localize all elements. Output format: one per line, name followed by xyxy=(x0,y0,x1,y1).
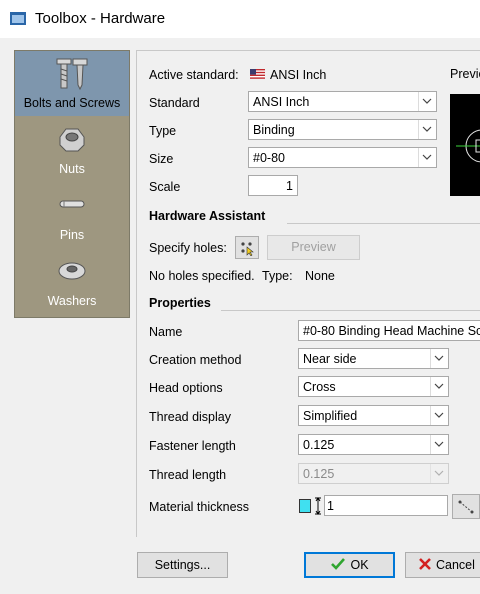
chevron-down-icon[interactable] xyxy=(418,148,436,167)
creation-method-dropdown[interactable]: Near side xyxy=(298,348,449,369)
fastener-length-value: 0.125 xyxy=(303,438,335,452)
washer-icon xyxy=(58,262,86,280)
thread-length-label: Thread length xyxy=(149,468,227,482)
active-standard-value: ANSI Inch xyxy=(270,68,327,82)
name-label: Name xyxy=(149,325,183,339)
category-label: Bolts and Screws xyxy=(23,96,121,110)
standard-dropdown[interactable]: ANSI Inch xyxy=(248,91,437,112)
scale-label: Scale xyxy=(149,180,181,194)
active-standard-label: Active standard: xyxy=(149,68,239,82)
chevron-down-icon[interactable] xyxy=(430,435,448,454)
holes-type-value: None xyxy=(305,269,335,283)
category-bolts-and-screws[interactable]: Bolts and Screws xyxy=(15,51,129,116)
preview-button[interactable]: Preview xyxy=(267,235,360,260)
close-icon xyxy=(419,558,431,570)
measure-icon xyxy=(458,500,474,514)
fastener-length-label: Fastener length xyxy=(149,439,236,453)
specify-holes-button[interactable] xyxy=(235,236,259,259)
category-pins[interactable]: Pins xyxy=(15,183,129,248)
type-value: Binding xyxy=(253,123,295,137)
standard-label: Standard xyxy=(149,96,200,110)
name-input[interactable]: #0-80 Binding Head Machine Sc xyxy=(298,320,480,341)
category-nuts[interactable]: Nuts xyxy=(15,117,129,182)
section-divider xyxy=(287,223,480,224)
chevron-down-icon[interactable] xyxy=(430,377,448,396)
fastener-length-dropdown[interactable]: 0.125 xyxy=(298,434,449,455)
hardware-settings-panel: Active standard: ANSI Inch Previe Standa… xyxy=(136,50,480,537)
preview-canvas xyxy=(450,94,480,196)
head-options-label: Head options xyxy=(149,381,223,395)
thickness-dimension-icon xyxy=(315,497,321,515)
preview-label: Previe xyxy=(450,67,480,81)
holes-status-text: No holes specified. xyxy=(149,269,255,283)
chevron-down-icon xyxy=(430,464,448,483)
material-color-swatch xyxy=(299,499,311,513)
holes-type-label: Type: xyxy=(262,269,293,283)
creation-method-value: Near side xyxy=(303,352,357,366)
size-value: #0-80 xyxy=(253,151,285,165)
hardware-assistant-header: Hardware Assistant xyxy=(149,209,266,223)
pin-icon xyxy=(59,200,85,208)
settings-button[interactable]: Settings... xyxy=(137,552,228,578)
type-dropdown[interactable]: Binding xyxy=(248,119,437,140)
nut-icon xyxy=(59,128,85,152)
window-title: Toolbox - Hardware xyxy=(35,10,166,27)
cancel-label: Cancel xyxy=(436,558,475,572)
thread-length-value: 0.125 xyxy=(303,467,335,481)
specify-holes-label: Specify holes: xyxy=(149,241,227,255)
hardware-category-list: Bolts and Screws Nuts Pins Washers xyxy=(14,50,130,318)
scale-input[interactable]: 1 xyxy=(248,175,298,196)
thread-length-dropdown: 0.125 xyxy=(298,463,449,484)
cancel-button[interactable]: Cancel xyxy=(405,552,480,578)
section-divider xyxy=(221,310,480,311)
category-label: Nuts xyxy=(59,162,85,176)
category-washers[interactable]: Washers xyxy=(15,249,129,314)
pick-holes-icon xyxy=(241,242,254,257)
thread-display-label: Thread display xyxy=(149,410,231,424)
toolbox-app-icon xyxy=(10,12,26,25)
chevron-down-icon[interactable] xyxy=(430,406,448,425)
category-label: Pins xyxy=(59,228,85,242)
chevron-down-icon[interactable] xyxy=(430,349,448,368)
type-label: Type xyxy=(149,124,177,138)
checkmark-icon xyxy=(331,558,346,570)
creation-method-label: Creation method xyxy=(149,353,242,367)
category-label: Washers xyxy=(47,294,97,308)
material-thickness-label: Material thickness xyxy=(149,500,250,514)
size-label: Size xyxy=(149,152,174,166)
ok-label: OK xyxy=(350,558,369,572)
bolts-screws-icon xyxy=(56,58,88,91)
size-dropdown[interactable]: #0-80 xyxy=(248,147,437,168)
measure-distance-button[interactable] xyxy=(452,494,480,519)
ok-button[interactable]: OK xyxy=(304,552,395,578)
us-flag-icon xyxy=(250,69,265,79)
thread-display-value: Simplified xyxy=(303,409,358,423)
chevron-down-icon[interactable] xyxy=(418,92,436,111)
thread-display-dropdown[interactable]: Simplified xyxy=(298,405,449,426)
properties-header: Properties xyxy=(149,296,211,310)
chevron-down-icon[interactable] xyxy=(418,120,436,139)
head-options-dropdown[interactable]: Cross xyxy=(298,376,449,397)
standard-value: ANSI Inch xyxy=(253,95,310,109)
head-options-value: Cross xyxy=(303,380,336,394)
material-thickness-input[interactable]: 1 xyxy=(324,495,448,516)
